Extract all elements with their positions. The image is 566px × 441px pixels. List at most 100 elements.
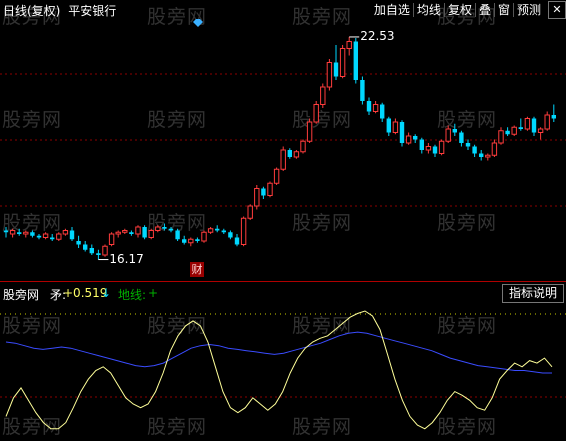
candle [168, 228, 174, 231]
candle [3, 230, 9, 233]
panel-divider [0, 281, 566, 282]
candle [544, 114, 550, 130]
candle [491, 142, 498, 156]
candle [207, 228, 214, 233]
candle [306, 121, 313, 142]
stock-name: 平安银行 [68, 4, 117, 18]
high-price-label: 22.53 [360, 28, 395, 43]
candle [148, 230, 154, 238]
candle [247, 205, 253, 219]
candle [438, 140, 445, 154]
candle [452, 129, 457, 133]
candle [267, 182, 273, 196]
candle [42, 233, 49, 238]
candle [240, 217, 247, 245]
period-label[interactable]: 日线(复权) [3, 4, 60, 18]
diamond-marker [193, 19, 203, 27]
candle [465, 143, 471, 147]
candle [155, 226, 161, 231]
candle [102, 245, 108, 256]
chart-title: 日线(复权) 平安银行 [3, 2, 116, 19]
candle [254, 188, 260, 207]
candle [36, 235, 42, 238]
candle [339, 48, 346, 77]
candle [162, 227, 167, 229]
candle [115, 231, 121, 235]
candle [221, 230, 226, 233]
candle [320, 86, 326, 105]
candle [405, 135, 412, 144]
candle [472, 146, 477, 154]
candle [89, 248, 94, 254]
candle [432, 146, 438, 154]
forecast-button[interactable]: 预测 [514, 2, 544, 19]
candle [399, 122, 405, 143]
candle [551, 115, 556, 119]
candle [280, 149, 286, 170]
candle [69, 230, 75, 240]
price-candlestick-chart[interactable] [0, 19, 566, 281]
candle [30, 232, 35, 236]
price-grid [0, 73, 566, 207]
candle [188, 238, 194, 244]
candle [201, 231, 207, 242]
candle [419, 139, 424, 150]
candle [360, 80, 365, 101]
candle [175, 230, 180, 240]
candles [3, 36, 556, 260]
indicator-name[interactable]: 股旁网 [3, 286, 39, 303]
candle [531, 118, 537, 133]
candle [353, 41, 358, 80]
candle [518, 127, 523, 129]
candle [498, 130, 504, 144]
candle [346, 41, 352, 49]
candle [445, 128, 451, 142]
candle [293, 151, 300, 158]
candle [23, 231, 29, 235]
add-watchlist-button[interactable]: 加自选 [371, 2, 413, 19]
candle [485, 154, 491, 158]
low-price-label: 16.17 [109, 251, 144, 266]
candle [505, 130, 510, 135]
candle [333, 62, 339, 77]
candle [83, 244, 88, 250]
candle [524, 118, 531, 130]
moving-average-button[interactable]: 均线 [414, 2, 444, 19]
candle [326, 62, 333, 88]
candle [108, 233, 115, 245]
candle [122, 230, 128, 233]
candle [392, 121, 399, 133]
close-icon[interactable]: ✕ [548, 1, 566, 19]
candle [9, 230, 16, 235]
window-button[interactable]: 窗 [495, 2, 513, 19]
indicator-line2-value: + [148, 286, 159, 300]
candle [459, 132, 464, 143]
candle [129, 232, 134, 234]
stock-chart-window: 股旁网 股旁网 股旁网 股旁网 股旁网 股旁网 股旁网 股旁网 股旁网 股旁网 … [0, 0, 566, 441]
marker-layer [98, 19, 360, 261]
candle [313, 104, 319, 123]
candle [135, 226, 141, 235]
candle [76, 241, 81, 245]
candle [386, 118, 391, 133]
indicator-help-button[interactable]: 指标说明 [501, 284, 564, 303]
overlay-button[interactable]: 叠 [476, 2, 494, 19]
event-marker[interactable]: 财 [190, 262, 204, 277]
candle [300, 140, 306, 153]
candle [425, 146, 432, 151]
adjust-button[interactable]: 复权 [445, 2, 475, 19]
candle [273, 168, 280, 184]
candle [372, 104, 379, 112]
candle [380, 104, 385, 119]
down-arrow-icon: ↓ [101, 286, 112, 300]
candle [479, 153, 484, 157]
candle [195, 239, 200, 241]
candle [234, 237, 240, 245]
ground-line [5, 331, 552, 374]
candle [62, 230, 69, 235]
candle [537, 128, 544, 133]
indicator-chart[interactable] [0, 303, 566, 441]
candle [17, 232, 22, 234]
toolbar: 加自选 均线 复权 叠 窗 预测 ✕ [371, 1, 566, 19]
candle [50, 237, 55, 240]
